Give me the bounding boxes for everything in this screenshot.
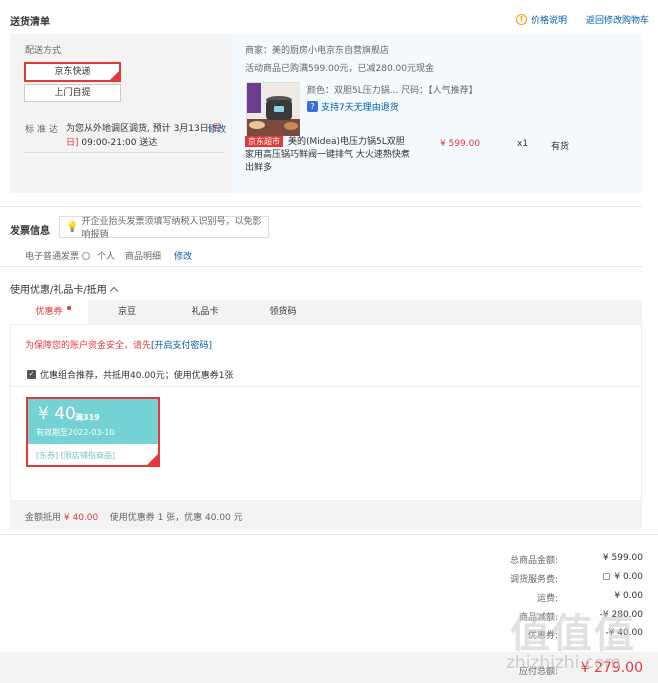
selected-corner-icon — [110, 71, 119, 80]
tab-coupon-label: 优惠券 — [35, 307, 63, 317]
dot-icon — [67, 306, 71, 310]
radio-icon[interactable] — [82, 251, 91, 260]
invoice-edit-link[interactable]: 修改 — [174, 249, 192, 262]
exclamation-icon: ! — [516, 14, 527, 25]
jd-express-option[interactable]: 京东快递 — [24, 62, 121, 82]
watermark-glyphs: 值值值 — [510, 611, 636, 657]
tab-coupon[interactable]: 优惠券 — [10, 300, 88, 324]
delivery-method-panel — [10, 34, 232, 193]
divider — [0, 266, 642, 267]
coupon-amount: ¥ 40 — [38, 404, 76, 424]
divider — [24, 152, 224, 153]
tab-jd-bean[interactable]: 京豆 — [88, 300, 166, 324]
combo-recommend[interactable]: ✓ 优惠组合推荐，共抵用40.00元；使用优惠券1张 — [27, 368, 234, 381]
coupon-condition: 满319 — [75, 413, 100, 422]
std-edit-link[interactable]: 修改 — [208, 122, 226, 135]
divider — [11, 386, 641, 387]
lightbulb-icon: 💡 — [66, 221, 79, 233]
checkbox-checked-icon[interactable]: ✓ — [27, 370, 36, 379]
standard-delivery-text: 为您从外地调区调货, 预计 3月13日[周日] 09:00-21:00 送达 — [66, 122, 226, 150]
coupon-validity: 有效期至2022-03-10 — [36, 428, 115, 437]
invoice-tip-text: 开企业抬头发票须填写纳税人识别号，以免影响报销 — [81, 217, 262, 240]
transfer-fee-checkbox[interactable] — [603, 573, 610, 580]
delivery-list-title: 送货清单 — [10, 17, 50, 28]
invoice-personal: 个人 — [97, 252, 116, 262]
seven-day-return[interactable]: ? 支持7天无理由退货 — [307, 100, 399, 113]
tab-redeem-code[interactable]: 领货码 — [244, 300, 322, 324]
summary-amount: ¥ 40.00 — [63, 513, 99, 523]
invoice-type: 电子普通发票 — [25, 249, 91, 262]
total-goods-label: 总商品金额: — [509, 556, 558, 566]
jd-supermarket-badge: 京东超市 — [245, 136, 283, 147]
standard-delivery-label: 标准达 — [25, 125, 62, 135]
chevron-up-icon — [109, 286, 118, 295]
merchant-name: 商家：美的厨房小电京东自营旗舰店 — [245, 46, 390, 56]
shipping-method-label: 配送方式 — [25, 46, 62, 56]
summary-detail: 使用优惠券 1 张，优惠 40.00 元 — [109, 513, 243, 523]
coupon-summary: 金额抵用 ¥ 40.00 使用优惠券 1 张，优惠 40.00 元 — [25, 510, 243, 523]
product-price: ¥ 599.00 — [440, 139, 481, 149]
stock-status: 有货 — [551, 142, 570, 152]
question-icon: ? — [307, 101, 318, 112]
divider — [0, 534, 658, 535]
safety-text: 为保障您的账户资金安全，请先 — [25, 341, 152, 351]
combo-text: 优惠组合推荐，共抵用40.00元；使用优惠券1张 — [40, 371, 234, 381]
watermark: 值值值 zhizhizhi.com — [502, 597, 658, 683]
coupon-section-title: 使用优惠/礼品卡/抵用 — [10, 285, 107, 296]
tab-gift-card[interactable]: 礼品卡 — [166, 300, 244, 324]
pickup-option[interactable]: 上门自提 — [24, 84, 121, 102]
pressure-cooker-icon — [247, 83, 300, 136]
safety-notice: 为保障您的账户资金安全，请先[开启支付密码] — [25, 338, 212, 351]
promo-text: 活动商品已购满599.00元，已减280.00元现金 — [245, 64, 434, 74]
enable-password-link[interactable]: [开启支付密码] — [151, 341, 212, 351]
watermark-text: zhizhizhi.com — [506, 653, 621, 673]
product-quantity: x1 — [517, 139, 529, 149]
total-goods-value: ¥ 599.00 — [602, 553, 643, 563]
invoice-type-label: 电子普通发票 — [25, 252, 80, 262]
price-note-label: 价格说明 — [531, 16, 568, 26]
color-spec-text: 颜色：双胆5L压力锅... 尺码：【人气推荐】 — [307, 86, 478, 96]
invoice-title: 发票信息 — [10, 226, 50, 237]
seven-day-label: 支持7天无理由退货 — [321, 103, 399, 113]
selected-corner-icon — [147, 454, 158, 465]
transfer-fee-value: ¥ 0.00 — [614, 572, 643, 582]
product-image[interactable] — [246, 82, 300, 136]
coupon-section-toggle[interactable]: 使用优惠/礼品卡/抵用 — [10, 281, 118, 296]
divider — [0, 206, 642, 207]
price-note-link[interactable]: ! 价格说明 — [516, 13, 567, 26]
invoice-tip: 💡 开企业抬头发票须填写纳税人识别号，以免影响报销 — [59, 216, 269, 240]
back-to-cart-link[interactable]: 返回修改购物车 — [586, 13, 649, 26]
summary-label: 金额抵用 — [25, 513, 62, 523]
coupon-tags: [东券] [限店铺指商品] — [36, 451, 116, 460]
std-time: 09:00-21:00 送达 — [78, 138, 158, 148]
std-text-a: 为您从外地调区调货, 预计 3月13日 — [66, 124, 209, 134]
jd-express-label: 京东快递 — [54, 67, 91, 77]
transfer-fee-label: 调货服务费: — [509, 575, 558, 585]
invoice-detail: 商品明细 — [125, 252, 162, 262]
